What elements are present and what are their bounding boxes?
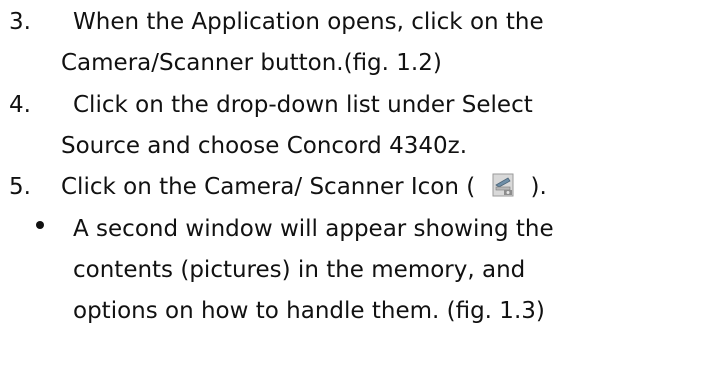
bullet-line-2: contents (pictures) in the memory, and xyxy=(73,257,526,283)
bullet-dot xyxy=(36,221,44,229)
step-5-line: Click on the Camera/ Scanner Icon ( ). xyxy=(61,172,547,202)
bullet-line-1: A second window will appear showing the xyxy=(73,216,554,242)
step-number-5: 5. xyxy=(9,174,31,200)
step-3-line-1: When the Application opens, click on the xyxy=(73,9,544,35)
step-4-line-2: Source and choose Concord 4340z. xyxy=(61,133,468,159)
step-5-text-before-icon: Click on the Camera/ Scanner Icon ( xyxy=(61,174,476,200)
instruction-document: 3. When the Application opens, click on … xyxy=(0,0,718,380)
bullet-line-3: options on how to handle them. (fig. 1.3… xyxy=(73,298,545,324)
step-4-line-1: Click on the drop-down list under Select xyxy=(73,92,533,118)
step-5-text-after-icon: ). xyxy=(530,174,547,200)
camera-scanner-icon xyxy=(492,173,514,197)
step-number-3: 3. xyxy=(9,9,31,35)
step-number-4: 4. xyxy=(9,92,31,118)
step-3-line-2: Camera/Scanner button.(fig. 1.2) xyxy=(61,50,442,76)
